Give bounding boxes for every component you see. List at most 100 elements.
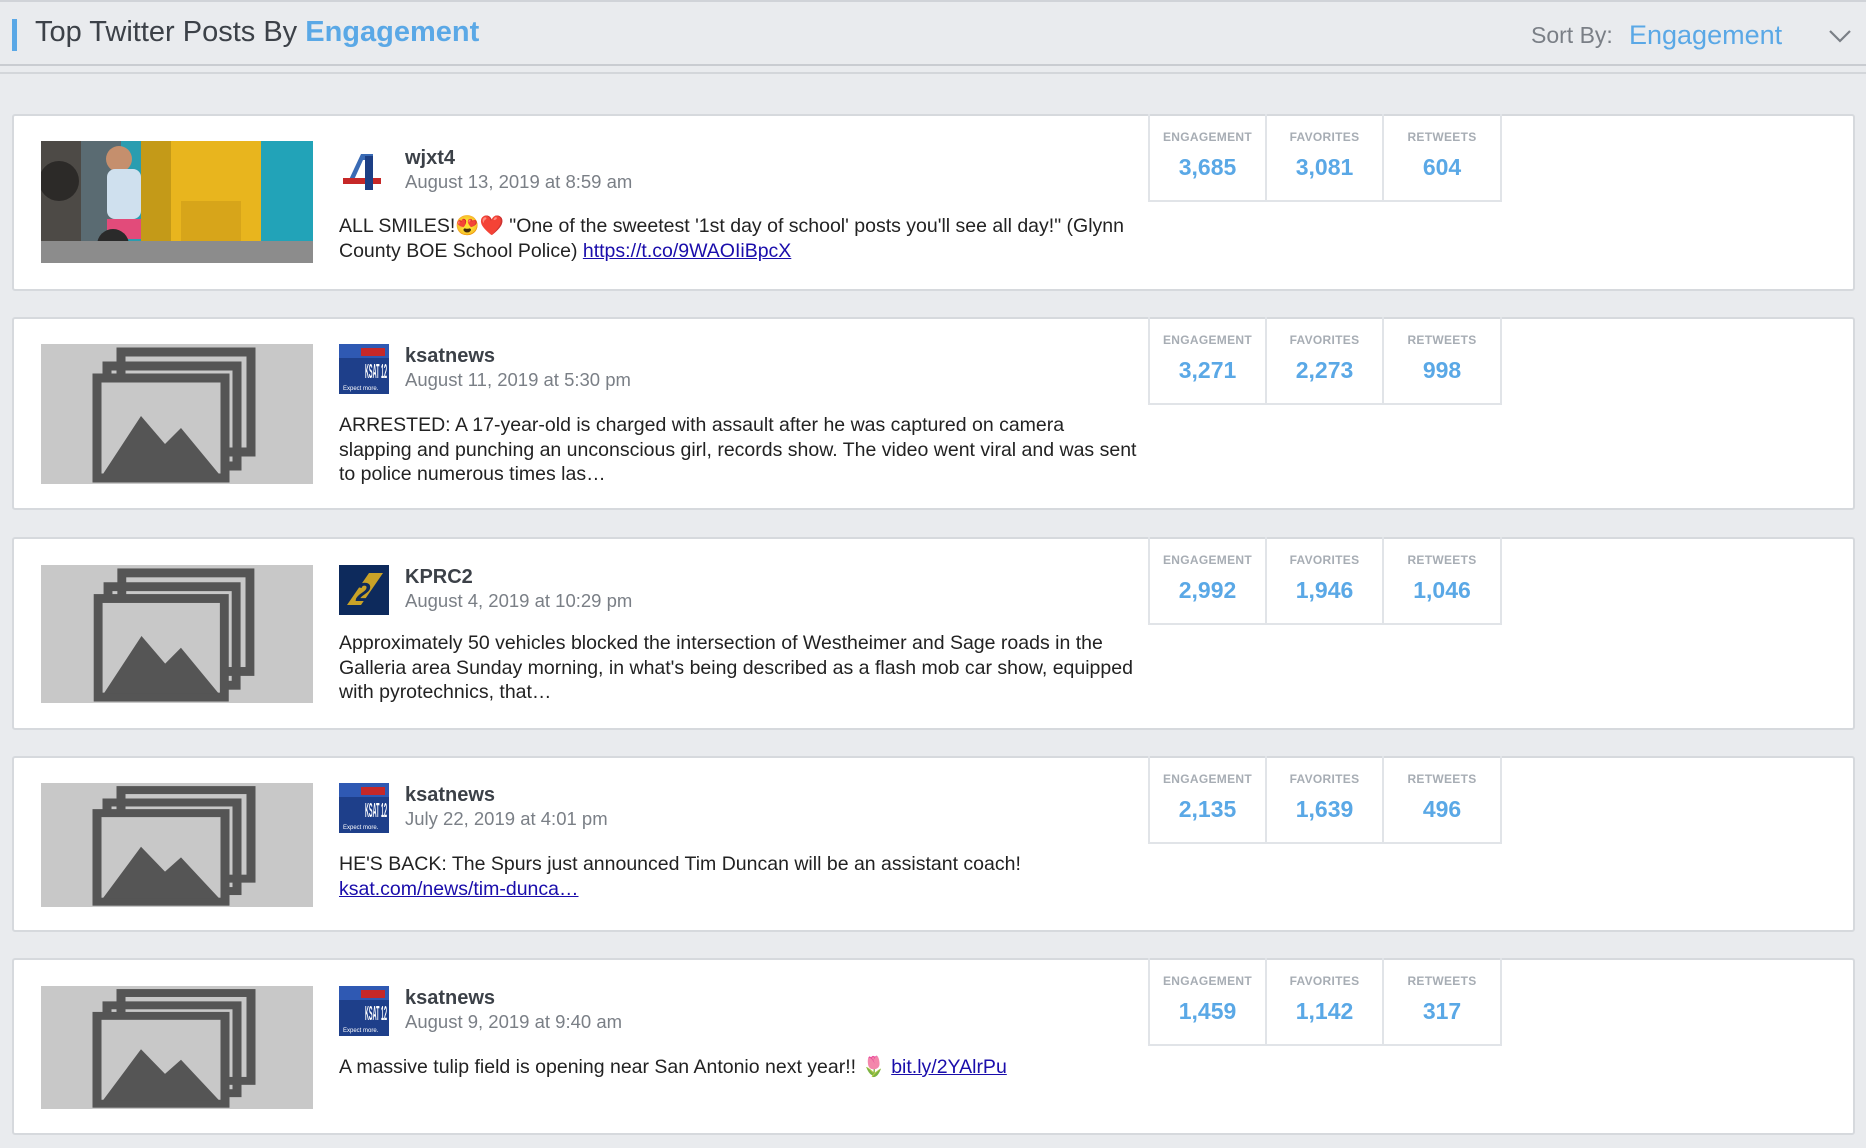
post-photo-image: [41, 141, 313, 263]
image-placeholder-icon: [93, 568, 255, 702]
ksat-logo-tagline: Expect more.: [343, 386, 379, 392]
stat-engagement: ENGAGEMENT 3,685: [1150, 114, 1267, 200]
stat-favorites-label: FAVORITES: [1289, 130, 1360, 144]
stat-retweets-value: 998: [1422, 357, 1462, 383]
image-placeholder-icon: [92, 786, 256, 906]
ksat-logo-number: KSAT 12: [365, 800, 387, 822]
ksat-logo-tagline: Expect more.: [343, 1028, 379, 1034]
ksat-logo-number: KSAT 12: [365, 1003, 387, 1025]
post-link[interactable]: https://t.co/9WAOIiBpcX: [583, 240, 791, 262]
avatar[interactable]: KSAT 12 Expect more.: [339, 344, 389, 394]
stat-engagement-label: ENGAGEMENT: [1162, 130, 1252, 144]
stat-engagement-label: ENGAGEMENT: [1162, 974, 1252, 988]
stat-retweets-value: 496: [1422, 796, 1462, 822]
stat-engagement-label: ENGAGEMENT: [1162, 772, 1252, 786]
post-card[interactable]: KSAT 12 Expect more. ksatnews July 22, 2…: [12, 756, 1855, 932]
kprc2-logo-number: 2: [355, 577, 371, 607]
chevron-down-icon[interactable]: [1828, 24, 1852, 48]
ksat-logo-icon: KSAT 12 Expect more.: [339, 783, 389, 833]
avatar[interactable]: 2: [339, 565, 389, 615]
post-date: August 13, 2019 at 8:59 am: [405, 171, 633, 192]
avatar[interactable]: KSAT 12 Expect more.: [339, 783, 389, 833]
sort-dropdown[interactable]: Engagement: [1629, 20, 1782, 51]
stat-favorites: FAVORITES 1,639: [1267, 756, 1384, 842]
stat-retweets-label: RETWEETS: [1407, 333, 1477, 347]
stat-favorites: FAVORITES 2,273: [1267, 317, 1384, 403]
stat-retweets-label: RETWEETS: [1407, 772, 1477, 786]
post-date: July 22, 2019 at 4:01 pm: [405, 808, 608, 829]
stat-favorites: FAVORITES 1,946: [1267, 537, 1384, 623]
stat-retweets-value: 317: [1422, 998, 1462, 1024]
stat-retweets-label: RETWEETS: [1407, 974, 1477, 988]
ksat-logo-icon: KSAT 12 Expect more.: [339, 986, 389, 1036]
post-date: August 4, 2019 at 10:29 pm: [405, 590, 633, 611]
image-placeholder[interactable]: [41, 565, 313, 703]
wjxt4-logo-icon: [339, 146, 389, 196]
post-photo[interactable]: [41, 141, 313, 263]
image-placeholder-icon: [92, 347, 256, 483]
stat-favorites-label: FAVORITES: [1289, 974, 1360, 988]
page-title-prefix: Top Twitter Posts By: [35, 16, 306, 48]
image-placeholder[interactable]: [41, 986, 313, 1109]
header-accent-bar: [12, 19, 17, 51]
image-placeholder[interactable]: [41, 783, 313, 907]
post-handle[interactable]: ksatnews: [405, 784, 495, 807]
stat-engagement: ENGAGEMENT 3,271: [1150, 317, 1267, 403]
kprc2-logo-icon: 2: [339, 565, 389, 615]
post-link[interactable]: ksat.com/news/tim-dunca…: [339, 878, 579, 900]
stat-favorites: FAVORITES 3,081: [1267, 114, 1384, 200]
post-handle[interactable]: ksatnews: [405, 345, 495, 368]
avatar[interactable]: KSAT 12 Expect more.: [339, 986, 389, 1036]
post-text: ALL SMILES!😍❤️ "One of the sweetest '1st…: [339, 214, 1139, 263]
stat-retweets: RETWEETS 998: [1384, 317, 1500, 403]
stat-engagement: ENGAGEMENT 2,992: [1150, 537, 1267, 623]
stat-favorites-label: FAVORITES: [1289, 772, 1360, 786]
post-card[interactable]: KSAT 12 Expect more. ksatnews August 9, …: [12, 958, 1855, 1135]
post-card[interactable]: 2 KPRC2 August 4, 2019 at 10:29 pm Appro…: [12, 537, 1855, 730]
stat-retweets: RETWEETS 604: [1384, 114, 1500, 200]
post-stats: ENGAGEMENT 2,135 FAVORITES 1,639 RETWEETS 4…: [1148, 756, 1502, 844]
ksat-logo-tagline: Expect more.: [343, 825, 379, 831]
stat-retweets-value: 604: [1422, 154, 1462, 180]
stat-favorites-label: FAVORITES: [1289, 553, 1360, 567]
sort-label: Sort By:: [1531, 22, 1613, 48]
stat-retweets: RETWEETS 317: [1384, 958, 1500, 1044]
page-title-highlight: Engagement: [305, 16, 480, 48]
stat-engagement-label: ENGAGEMENT: [1162, 333, 1252, 347]
stat-engagement-value: 1,459: [1178, 998, 1237, 1024]
post-text: HE'S BACK: The Spurs just announced Tim …: [339, 852, 1139, 901]
stat-engagement-value: 2,135: [1178, 796, 1237, 822]
stat-engagement: ENGAGEMENT 2,135: [1150, 756, 1267, 842]
avatar[interactable]: [339, 146, 389, 196]
post-stats: ENGAGEMENT 3,271 FAVORITES 2,273 RETWEETS 9…: [1148, 317, 1502, 405]
post-card[interactable]: KSAT 12 Expect more. ksatnews August 11,…: [12, 317, 1855, 510]
stat-engagement-value: 2,992: [1178, 577, 1237, 603]
header-divider: [0, 72, 1866, 74]
page-header: Top Twitter Posts By Engagement Sort By:…: [0, 0, 1866, 66]
post-text-body: A massive tulip field is opening near Sa…: [339, 1056, 892, 1078]
stat-favorites-value: 1,639: [1295, 796, 1354, 822]
post-card[interactable]: wjxt4 August 13, 2019 at 8:59 am ALL SMI…: [12, 114, 1855, 291]
stat-favorites-label: FAVORITES: [1289, 333, 1360, 347]
post-stats: ENGAGEMENT 2,992 FAVORITES 1,946 RETWEETS 1…: [1148, 537, 1502, 625]
ksat-logo-number: KSAT 12: [365, 361, 387, 383]
stat-favorites-value: 1,142: [1295, 998, 1354, 1024]
post-handle[interactable]: KPRC2: [405, 566, 473, 589]
post-date: August 9, 2019 at 9:40 am: [405, 1011, 623, 1032]
post-handle[interactable]: ksatnews: [405, 987, 495, 1010]
stat-retweets-label: RETWEETS: [1407, 553, 1477, 567]
stat-engagement-value: 3,685: [1178, 154, 1237, 180]
page-title: Top Twitter Posts By Engagement: [35, 16, 479, 49]
post-text: ARRESTED: A 17-year-old is charged with …: [339, 414, 1137, 485]
stat-engagement: ENGAGEMENT 1,459: [1150, 958, 1267, 1044]
stat-favorites-value: 2,273: [1295, 357, 1354, 383]
post-text-body: HE'S BACK: The Spurs just announced Tim …: [339, 853, 1021, 875]
image-placeholder-icon: [92, 989, 256, 1108]
post-link[interactable]: bit.ly/2YAlrPu: [891, 1056, 1007, 1078]
post-text: Approximately 50 vehicles blocked the in…: [339, 632, 1133, 703]
post-handle[interactable]: wjxt4: [405, 147, 455, 170]
image-placeholder[interactable]: [41, 344, 313, 484]
post-stats: ENGAGEMENT 1,459 FAVORITES 1,142 RETWEETS 3…: [1148, 958, 1502, 1046]
stat-engagement-value: 3,271: [1178, 357, 1237, 383]
stat-favorites-value: 3,081: [1295, 154, 1354, 180]
